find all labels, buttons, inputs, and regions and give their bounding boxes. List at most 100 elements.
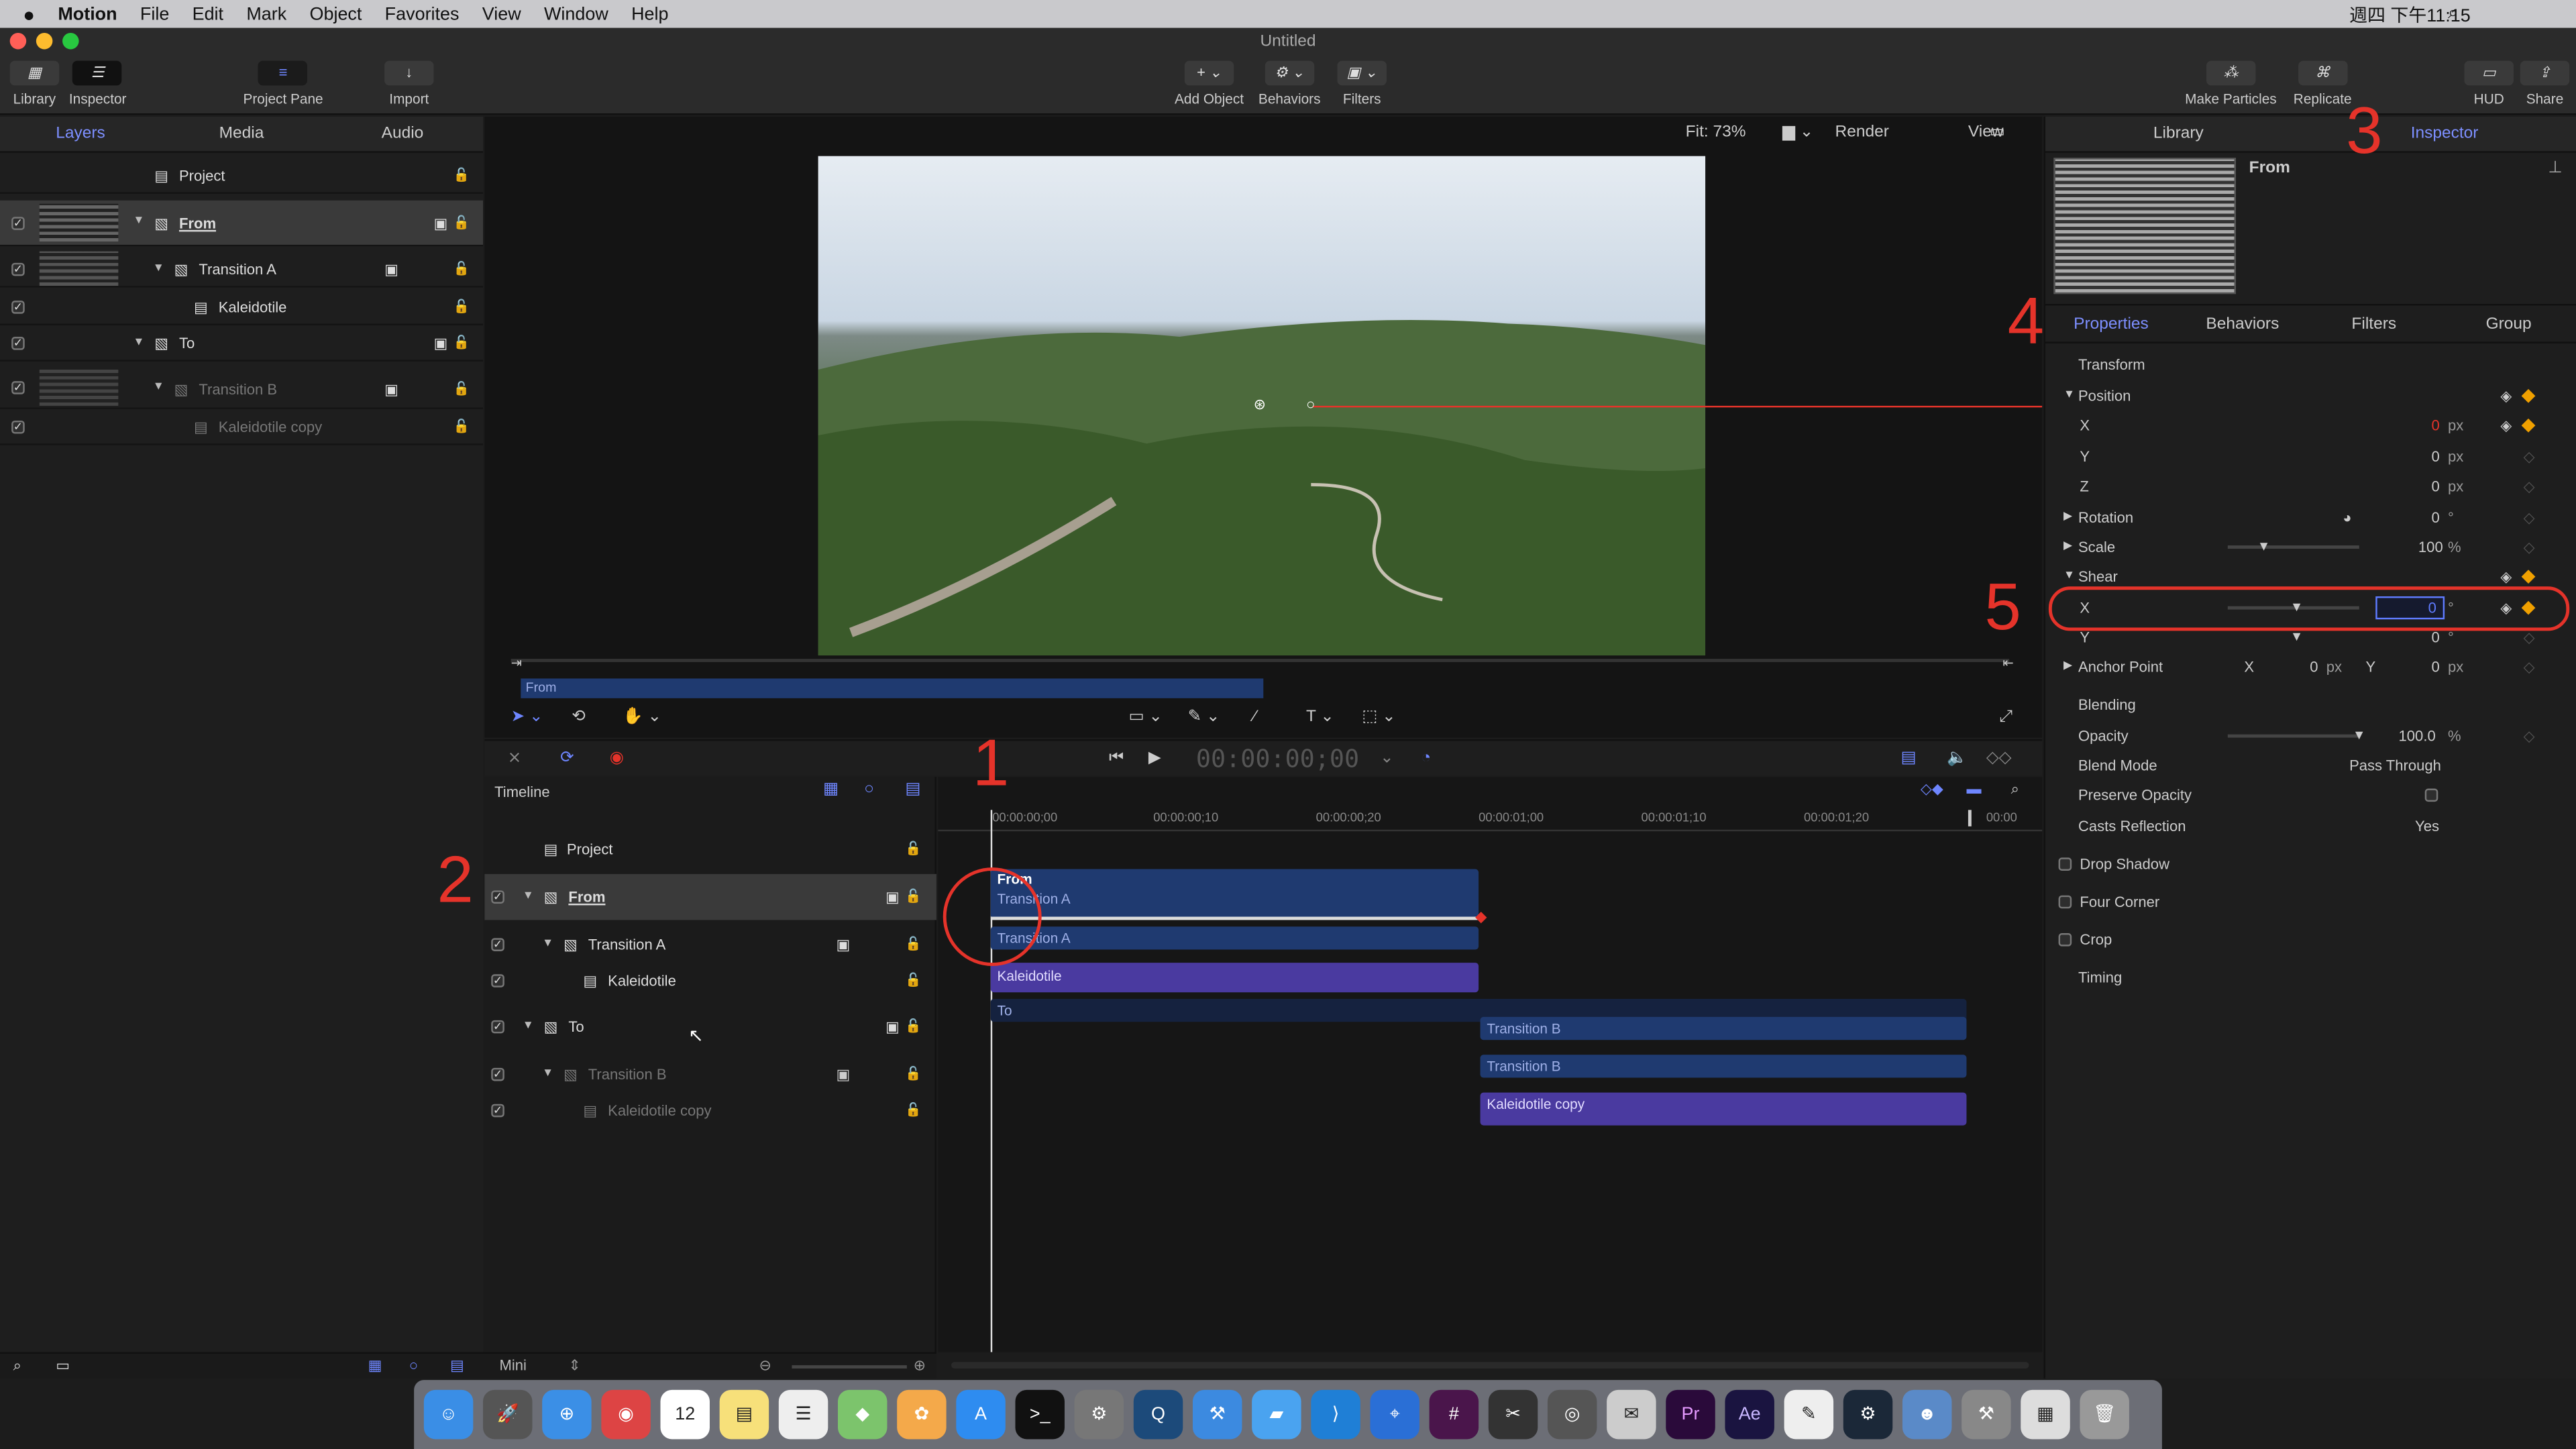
behaviors-button[interactable]: ⚙ ⌄ Behaviors bbox=[1258, 60, 1321, 107]
keyframe-empty-icon[interactable]: ◇ bbox=[2524, 652, 2535, 682]
disclosure-triangle-icon[interactable]: ▼ bbox=[2063, 381, 2075, 411]
tl-row-transition-b[interactable]: ✓ ▼ ▧ Transition B ▣ 🔓 bbox=[484, 1060, 936, 1093]
keyframe-icon[interactable] bbox=[2521, 570, 2536, 584]
lock-icon[interactable]: 🔓 bbox=[905, 889, 921, 904]
clip-transition-b-group[interactable]: Transition B bbox=[1480, 1016, 1967, 1040]
xcode-icon[interactable]: ⚒ bbox=[1192, 1389, 1242, 1440]
tl-row-to[interactable]: ✓ ▼ ▧ To ▣ 🔓 bbox=[484, 1012, 936, 1045]
color-channels-menu[interactable]: ▆ ⌄ bbox=[1782, 123, 1813, 142]
clip-kaleidotile-copy[interactable]: Kaleidotile copy bbox=[1480, 1092, 1967, 1126]
timeline-scrollbar[interactable] bbox=[951, 1362, 2029, 1369]
record-icon[interactable]: ◉ bbox=[610, 749, 624, 767]
utility-icon[interactable]: ⚒ bbox=[1962, 1389, 2011, 1440]
tl-row-from[interactable]: ✓ ▼ ▧ From ▣ 🔓 bbox=[484, 873, 936, 920]
keyframe-add-icon[interactable]: ◈ bbox=[2500, 381, 2512, 411]
disclosure-triangle-icon[interactable]: ▼ bbox=[542, 938, 553, 949]
layer-options-icon[interactable]: ▣ bbox=[885, 1018, 900, 1036]
keyframe-icon[interactable] bbox=[2521, 388, 2536, 403]
lock-icon[interactable]: 🔓 bbox=[453, 381, 470, 396]
lock-icon[interactable]: 🔓 bbox=[905, 1102, 921, 1117]
automator-icon[interactable]: ☻ bbox=[1902, 1389, 1952, 1440]
tab-layers[interactable]: Layers bbox=[0, 125, 161, 143]
snapping-icon[interactable]: ▬ bbox=[1966, 780, 1981, 796]
menu-window[interactable]: Window bbox=[544, 4, 608, 23]
keyframe-view-icon[interactable]: ○ bbox=[864, 780, 874, 798]
timeline-ruler[interactable]: 00:00:00;00 00:00:00;10 00:00:00;20 00:0… bbox=[938, 805, 2043, 832]
keyframe-view-icon[interactable]: ○ bbox=[409, 1357, 418, 1373]
layer-row-project[interactable]: ▤ Project 🔓 bbox=[0, 158, 484, 194]
four-corner-checkbox[interactable] bbox=[2058, 895, 2072, 909]
lock-icon[interactable]: 🔓 bbox=[905, 936, 921, 951]
tab-group[interactable]: Group bbox=[2440, 315, 2576, 333]
pen-tool-icon[interactable]: ✎ ⌄ bbox=[1188, 708, 1220, 727]
slider-thumb[interactable]: ▼ bbox=[2257, 532, 2270, 561]
library-button[interactable]: ▦ Library bbox=[9, 60, 60, 107]
launchpad-icon[interactable]: 🚀 bbox=[483, 1389, 533, 1440]
disclosure-triangle-icon[interactable]: ▶ bbox=[2063, 652, 2072, 682]
menu-edit[interactable]: Edit bbox=[193, 4, 223, 23]
clip-kaleidotile[interactable]: Kaleidotile bbox=[990, 963, 1479, 993]
zoom-out-icon[interactable]: ⊖ bbox=[759, 1357, 771, 1375]
pin-icon[interactable]: ⊥ bbox=[2548, 160, 2562, 178]
layer-row-transition-a[interactable]: ✓ ▼ ▧ Transition A ▣ 🔓 bbox=[0, 251, 484, 288]
keyframe-add-icon[interactable]: ◈ bbox=[2500, 411, 2512, 440]
slack-icon[interactable]: # bbox=[1429, 1389, 1479, 1440]
crop-checkbox[interactable] bbox=[2058, 933, 2072, 947]
finder-icon[interactable]: ☺ bbox=[423, 1389, 474, 1440]
layer-options-icon[interactable]: ▣ bbox=[384, 381, 398, 399]
layer-checkbox[interactable]: ✓ bbox=[491, 1020, 504, 1034]
scale-slider[interactable] bbox=[2227, 545, 2359, 549]
location-icon[interactable]: ⌖ bbox=[1370, 1389, 1419, 1440]
row-position[interactable]: ▼ Position ◈ bbox=[2057, 381, 2566, 411]
rotation-dial-icon[interactable]: ◕ bbox=[2343, 502, 2351, 532]
grid-view-icon[interactable]: ▦ bbox=[368, 1357, 382, 1375]
filters-button[interactable]: ▣ ⌄ Filters bbox=[1337, 60, 1387, 107]
row-crop[interactable]: Crop bbox=[2057, 925, 2566, 955]
layer-checkbox[interactable]: ✓ bbox=[11, 262, 25, 276]
layer-checkbox[interactable]: ✓ bbox=[491, 938, 504, 951]
tab-filters[interactable]: Filters bbox=[2308, 315, 2440, 333]
make-particles-button[interactable]: ⁂ Make Particles bbox=[2185, 60, 2277, 107]
layer-row-kaleidotile-copy[interactable]: ✓ ▤ Kaleidotile copy 🔓 bbox=[0, 409, 484, 445]
rotation-value[interactable]: 0 bbox=[2432, 502, 2440, 532]
disclosure-triangle-icon[interactable]: ▼ bbox=[523, 1020, 534, 1032]
timeline-view-icon[interactable]: ▤ bbox=[905, 780, 920, 798]
text-tool-icon[interactable]: T ⌄ bbox=[1306, 708, 1334, 727]
tab-behaviors[interactable]: Behaviors bbox=[2177, 315, 2308, 333]
grid-view-icon[interactable]: ▦ bbox=[823, 780, 839, 798]
row-blend-mode[interactable]: Blend Mode Pass Through bbox=[2057, 751, 2566, 780]
layer-options-icon[interactable]: ▣ bbox=[434, 335, 448, 354]
chrome-icon[interactable]: ◉ bbox=[601, 1389, 651, 1440]
out-marker[interactable] bbox=[1968, 810, 1972, 826]
hand-tool-icon[interactable]: ✋ ⌄ bbox=[623, 708, 661, 727]
keyframe-empty-icon[interactable]: ◇ bbox=[2524, 721, 2535, 751]
layer-checkbox[interactable]: ✓ bbox=[11, 420, 25, 434]
position-x-value[interactable]: 0 bbox=[2432, 411, 2440, 440]
trash-icon[interactable]: 🗑 bbox=[2080, 1389, 2129, 1440]
keyframe-empty-icon[interactable]: ◇ bbox=[2524, 442, 2535, 472]
lock-icon[interactable]: 🔓 bbox=[905, 841, 921, 856]
lock-icon[interactable]: 🔓 bbox=[453, 299, 470, 314]
timeline-view-icon[interactable]: ▤ bbox=[450, 1357, 464, 1375]
layer-checkbox[interactable]: ✓ bbox=[491, 890, 504, 904]
disclosure-triangle-icon[interactable]: ▼ bbox=[153, 263, 164, 274]
section-timing[interactable]: Timing bbox=[2078, 963, 2576, 992]
row-anchor-point[interactable]: ▶ Anchor Point X 0 px Y 0 px ◇ bbox=[2057, 652, 2566, 682]
play-icon[interactable]: ▶ bbox=[1148, 749, 1161, 767]
layer-checkbox[interactable]: ✓ bbox=[11, 381, 25, 394]
tl-row-kaleidotile-copy[interactable]: ✓ ▤ Kaleidotile copy 🔓 bbox=[484, 1095, 936, 1128]
drop-shadow-checkbox[interactable] bbox=[2058, 857, 2072, 871]
position-handle[interactable]: ○ bbox=[1306, 396, 1315, 412]
row-four-corner[interactable]: Four Corner bbox=[2057, 887, 2566, 916]
notes-icon[interactable]: ▤ bbox=[719, 1389, 769, 1440]
tab-properties[interactable]: Properties bbox=[2045, 315, 2177, 333]
quicktime-icon[interactable]: Q bbox=[1133, 1389, 1183, 1440]
app-store-icon[interactable]: A bbox=[956, 1389, 1006, 1440]
reminders-icon[interactable]: ☰ bbox=[778, 1389, 828, 1440]
lock-icon[interactable]: 🔓 bbox=[453, 335, 470, 350]
textedit-icon[interactable]: ✎ bbox=[1784, 1389, 1834, 1440]
tl-row-project[interactable]: ▤ Project 🔓 bbox=[484, 835, 936, 867]
mask-tool-icon[interactable]: ⬚ ⌄ bbox=[1362, 708, 1395, 727]
row-position-z[interactable]: Z 0 px ◇ bbox=[2057, 472, 2566, 501]
zoom-in-icon[interactable]: ⊕ bbox=[914, 1357, 926, 1375]
